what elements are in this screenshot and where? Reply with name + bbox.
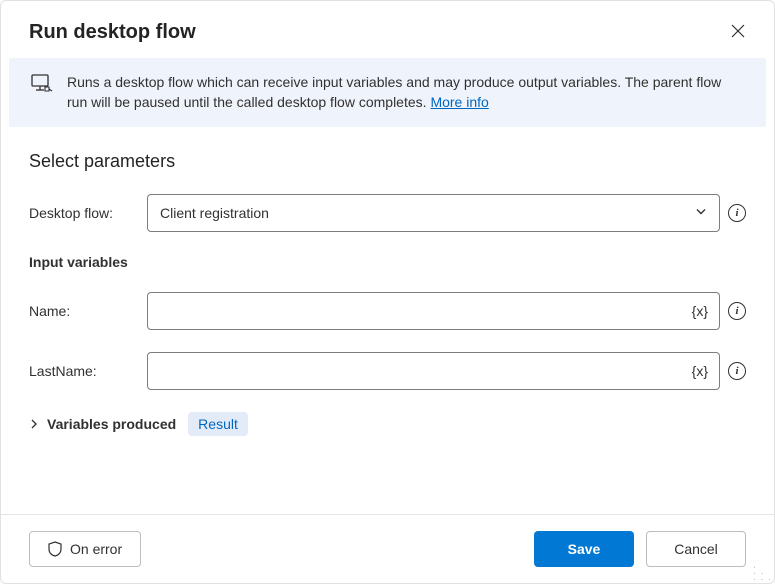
section-title: Select parameters [29, 151, 746, 172]
variable-badge-result[interactable]: Result [188, 412, 248, 436]
info-banner-text: Runs a desktop flow which can receive in… [67, 72, 744, 113]
cancel-button[interactable]: Cancel [646, 531, 746, 567]
save-button[interactable]: Save [534, 531, 634, 567]
variables-produced-toggle[interactable]: Variables produced [29, 416, 176, 432]
desktop-flow-info-icon[interactable]: i [728, 204, 746, 222]
desktop-flow-select[interactable]: Client registration [147, 194, 720, 232]
lastname-input[interactable] [147, 352, 720, 390]
desktop-flow-icon [31, 74, 53, 97]
name-label: Name: [29, 303, 139, 319]
lastname-label: LastName: [29, 363, 139, 379]
on-error-button[interactable]: On error [29, 531, 141, 567]
info-banner: Runs a desktop flow which can receive in… [9, 58, 766, 127]
variables-produced-label: Variables produced [47, 416, 176, 432]
input-variables-heading: Input variables [29, 254, 746, 270]
dialog-title: Run desktop flow [29, 21, 196, 44]
close-button[interactable] [726, 19, 750, 46]
desktop-flow-label: Desktop flow: [29, 205, 139, 221]
lastname-variable-button[interactable]: {x} [688, 361, 712, 381]
name-variable-button[interactable]: {x} [688, 301, 712, 321]
lastname-info-icon[interactable]: i [728, 362, 746, 380]
name-info-icon[interactable]: i [728, 302, 746, 320]
desktop-flow-value: Client registration [160, 205, 269, 221]
name-input[interactable] [147, 292, 720, 330]
on-error-label: On error [70, 541, 122, 557]
shield-icon [48, 541, 62, 557]
chevron-right-icon [29, 419, 39, 429]
more-info-link[interactable]: More info [430, 94, 488, 110]
close-icon [730, 23, 746, 39]
